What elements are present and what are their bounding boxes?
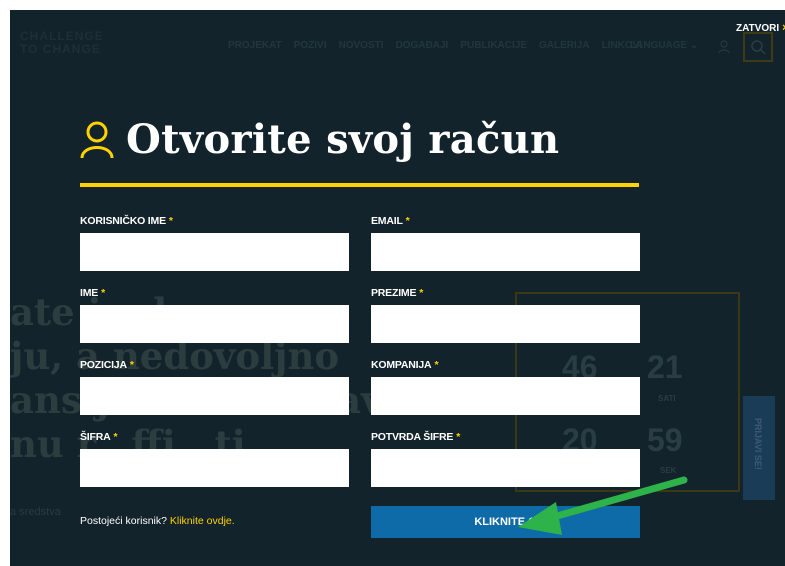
language-label: LANGUAGE <box>630 40 688 51</box>
side-apply-label: PRIJAVI SE! <box>753 418 763 470</box>
logo-line-2: TO CHANGE <box>20 42 101 56</box>
required-mark: * <box>113 431 118 443</box>
password-confirm-label-text: POTVRDA ŠIFRE <box>371 431 454 443</box>
login-link[interactable]: Kliknite ovdje. <box>170 515 235 527</box>
company-label-text: KOMPANIJA <box>371 359 432 371</box>
company-label: KOMPANIJA * <box>371 359 439 371</box>
close-label: ZATVORI <box>736 23 780 34</box>
required-mark: * <box>129 359 134 371</box>
site-logo: CHALLENGE TO CHANGE <box>20 30 104 56</box>
side-apply-button: PRIJAVI SE! <box>743 396 775 500</box>
username-label: KORISNIČKO IME * <box>80 215 173 227</box>
search-button <box>743 32 773 62</box>
countdown-minutes: 21 <box>647 349 683 385</box>
position-label-text: POZICIJA <box>80 359 127 371</box>
nav-item-publikacije: PUBLIKACIJE <box>460 40 528 51</box>
last-name-input[interactable] <box>371 305 640 343</box>
password-confirm-input[interactable] <box>371 449 640 487</box>
close-button[interactable]: ZATVORI× <box>736 22 785 34</box>
countdown-seconds: 59 <box>647 422 683 458</box>
required-mark: * <box>405 215 410 227</box>
first-name-input[interactable] <box>80 305 349 343</box>
password-confirm-label: POTVRDA ŠIFRE * <box>371 431 460 443</box>
background-subtext: a sredstva <box>10 506 61 518</box>
email-label: EMAIL * <box>371 215 410 227</box>
title-divider <box>80 183 639 187</box>
submit-button[interactable]: KLIKNITE O <box>371 506 640 538</box>
countdown-seconds-unit: SEK <box>660 466 677 475</box>
required-mark: * <box>434 359 439 371</box>
position-label: POZICIJA * <box>80 359 134 371</box>
last-name-label: PREZIME * <box>371 287 423 299</box>
language-selector: LANGUAGE ⌄ <box>630 40 699 51</box>
existing-user-prompt: Postojeći korisnik? Kliknite ovdje. <box>80 515 235 527</box>
required-mark: * <box>419 287 424 299</box>
position-input[interactable] <box>80 377 349 415</box>
nav-item-galerija: GALERIJA <box>539 40 590 51</box>
modal-header: Otvorite svoj račun <box>80 116 559 163</box>
last-name-label-text: PREZIME <box>371 287 417 299</box>
nav-item-dogadaji: DOGAĐAJI <box>395 40 449 51</box>
user-icon <box>718 40 730 54</box>
first-name-label: IME * <box>80 287 105 299</box>
required-mark: * <box>456 431 461 443</box>
password-label-text: ŠIFRA <box>80 431 111 443</box>
username-label-text: KORISNIČKO IME <box>80 215 166 227</box>
password-label: ŠIFRA * <box>80 431 118 443</box>
registration-modal-overlay: CHALLENGE TO CHANGE PROJEKAT POZIVI NOVO… <box>10 10 785 566</box>
first-name-label-text: IME <box>80 287 99 299</box>
required-mark: * <box>101 287 105 299</box>
password-input[interactable] <box>80 449 349 487</box>
user-icon <box>80 121 114 158</box>
countdown-minutes-unit: SATI <box>658 394 676 403</box>
nav-item-pozivi: POZIVI <box>293 40 327 51</box>
email-input[interactable] <box>371 233 640 271</box>
required-mark: * <box>168 215 173 227</box>
username-input[interactable] <box>80 233 349 271</box>
page-title: Otvorite svoj račun <box>126 116 560 163</box>
existing-user-text: Postojeći korisnik? <box>80 515 167 527</box>
email-label-text: EMAIL <box>371 215 403 227</box>
nav-item-novosti: NOVOSTI <box>338 40 384 51</box>
search-icon <box>751 40 766 55</box>
nav-item-projekat: PROJEKAT <box>228 40 282 51</box>
company-input[interactable] <box>371 377 640 415</box>
site-nav: PROJEKAT POZIVI NOVOSTI DOGAĐAJI PUBLIKA… <box>228 40 642 51</box>
